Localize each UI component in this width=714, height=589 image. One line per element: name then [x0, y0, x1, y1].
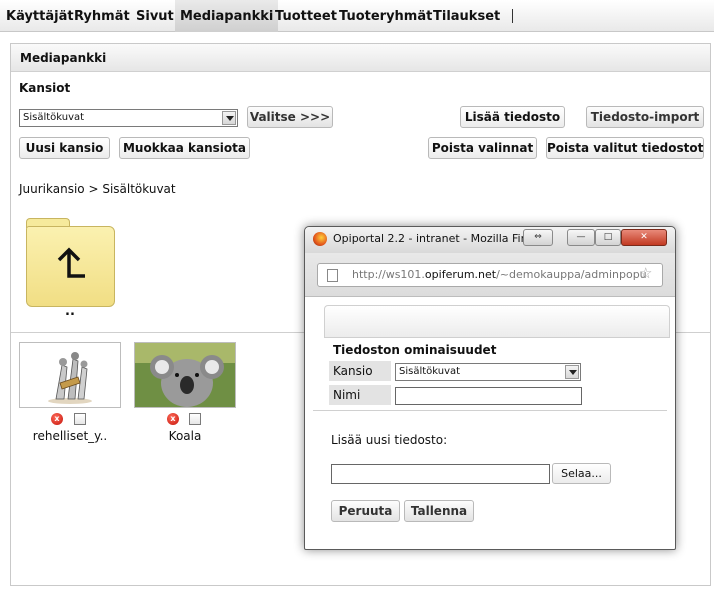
popup-folder-select-value: Sisältökuvat	[399, 366, 461, 377]
top-navigation: Käyttäjät Ryhmät Sivut Mediapankki Tuott…	[0, 0, 714, 32]
koala-image-icon	[135, 343, 235, 407]
parent-folder-label: ..	[65, 304, 75, 319]
delete-icon[interactable]: x	[51, 413, 63, 425]
file-properties-title: Tiedoston ominaisuudet	[333, 343, 497, 357]
popup-content-header	[324, 305, 670, 337]
bookmark-star-icon[interactable]: ☆	[639, 264, 652, 282]
cancel-button[interactable]: Peruuta	[331, 500, 400, 522]
file-name: Koala	[168, 429, 202, 443]
popup-titlebar: Opiportal 2.2 - intranet - Mozilla Firef…	[305, 227, 675, 253]
delete-icon[interactable]: x	[167, 413, 179, 425]
page-icon	[327, 269, 338, 282]
file-name: rehelliset_y..	[32, 429, 108, 443]
nav-item-products[interactable]: Tuotteet	[270, 0, 342, 32]
breadcrumb: Juurikansio > Sisältökuvat	[19, 182, 176, 196]
url-toolbar: http://ws101.opiferum.net/~demokauppa/ad…	[305, 253, 675, 297]
folder-select[interactable]: Sisältökuvat	[19, 109, 238, 127]
file-select-checkbox[interactable]	[74, 413, 86, 425]
nav-item-orders[interactable]: Tilaukset	[428, 0, 505, 32]
add-new-file-label: Lisää uusi tiedosto:	[331, 433, 448, 447]
url-prefix: http://ws101.	[352, 268, 425, 281]
add-file-button[interactable]: Lisää tiedosto	[460, 106, 565, 128]
nav-item-media-bank[interactable]: Mediapankki	[175, 0, 279, 32]
select-button[interactable]: Valitse >>>	[247, 106, 333, 128]
chevron-down-icon	[565, 365, 579, 379]
name-field[interactable]	[395, 387, 582, 405]
folder-select-value: Sisältökuvat	[23, 112, 85, 123]
nav-item-users[interactable]: Käyttäjät	[1, 0, 79, 32]
url-bar[interactable]: http://ws101.opiferum.net/~demokauppa/ad…	[317, 263, 663, 287]
file-import-button[interactable]: Tiedosto-import	[586, 106, 704, 128]
folders-label: Kansiot	[19, 81, 71, 95]
browse-button[interactable]: Selaa...	[552, 463, 611, 484]
popup-window-title: Opiportal 2.2 - intranet - Mozilla Firef…	[333, 232, 549, 245]
parent-folder[interactable]	[26, 218, 115, 307]
up-arrow-icon	[57, 247, 85, 278]
remove-selections-button[interactable]: Poista valinnat	[428, 137, 537, 159]
nav-separator	[512, 9, 513, 23]
file-thumbnail[interactable]	[134, 342, 236, 408]
close-icon[interactable]: ✕	[621, 229, 667, 246]
form-divider	[313, 410, 667, 411]
nav-item-groups[interactable]: Ryhmät	[69, 0, 135, 32]
nav-item-product-groups[interactable]: Tuoteryhmät	[334, 0, 437, 32]
header-divider	[324, 337, 670, 338]
maximize-icon[interactable]: □	[595, 229, 621, 246]
file-thumbnail[interactable]	[19, 342, 121, 408]
folder-label: Kansio	[329, 361, 391, 381]
url-domain: opiferum.net	[424, 268, 497, 281]
url-path: /~demokauppa/adminpopu	[496, 268, 647, 281]
save-button[interactable]: Tallenna	[404, 500, 474, 522]
sculpture-image-icon	[20, 343, 120, 407]
restore-icon[interactable]: ⇔	[523, 229, 553, 246]
file-select-checkbox[interactable]	[189, 413, 201, 425]
new-folder-button[interactable]: Uusi kansio	[19, 137, 110, 159]
properties-popup-window: Opiportal 2.2 - intranet - Mozilla Firef…	[304, 226, 676, 550]
popup-folder-select[interactable]: Sisältökuvat	[395, 363, 581, 381]
minimize-icon[interactable]: —	[567, 229, 595, 246]
panel-title: Mediapankki	[11, 44, 710, 72]
chevron-down-icon	[222, 111, 236, 125]
remove-selected-files-button[interactable]: Poista valitut tiedostot	[546, 137, 704, 159]
nav-item-pages[interactable]: Sivut	[131, 0, 179, 32]
firefox-icon	[313, 232, 327, 246]
name-label: Nimi	[329, 385, 391, 405]
edit-folder-button[interactable]: Muokkaa kansiota	[119, 137, 250, 159]
file-path-field[interactable]	[331, 464, 550, 484]
